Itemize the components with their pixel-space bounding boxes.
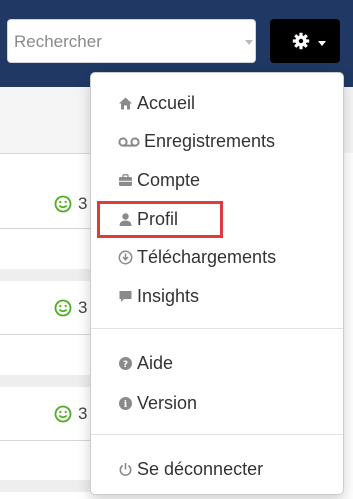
smile-icon bbox=[54, 299, 72, 317]
menu-item-enregistrements[interactable]: Enregistrements bbox=[91, 125, 343, 157]
row-divider bbox=[0, 334, 95, 335]
svg-text:i: i bbox=[124, 400, 128, 410]
menu-item-label: Aide bbox=[137, 352, 174, 373]
menu-item-aide[interactable]: ? Aide bbox=[91, 347, 343, 379]
row-divider bbox=[0, 228, 95, 229]
menu-item-insights[interactable]: Insights bbox=[91, 280, 343, 312]
help-icon: ? bbox=[118, 356, 133, 371]
voicemail-icon bbox=[118, 134, 140, 149]
smile-icon bbox=[54, 405, 72, 423]
menu-item-label: Accueil bbox=[137, 92, 196, 113]
menu-item-accueil[interactable]: Accueil bbox=[91, 87, 343, 119]
profil-highlight-box bbox=[97, 201, 223, 238]
download-icon bbox=[118, 250, 133, 265]
menu-item-telechargements[interactable]: Téléchargements bbox=[91, 241, 343, 273]
row-separator-band bbox=[0, 480, 95, 492]
menu-divider bbox=[91, 434, 343, 435]
home-icon bbox=[118, 96, 133, 111]
briefcase-icon bbox=[118, 173, 133, 188]
row-separator-band bbox=[0, 375, 95, 387]
smile-icon bbox=[54, 195, 72, 213]
info-icon: i bbox=[118, 396, 133, 411]
menu-divider bbox=[91, 328, 343, 329]
search-caret-icon bbox=[245, 40, 253, 45]
row-separator-band bbox=[0, 269, 95, 281]
row-value: 3 bbox=[78, 194, 88, 213]
menu-item-label: Version bbox=[137, 392, 198, 413]
gear-icon bbox=[292, 32, 310, 50]
menu-item-se-deconnecter[interactable]: Se déconnecter bbox=[91, 453, 343, 485]
menu-item-compte[interactable]: Compte bbox=[91, 164, 343, 196]
settings-dropdown-menu: Accueil Enregistrements Compte Profil Té… bbox=[90, 72, 344, 495]
menu-item-label: Insights bbox=[137, 285, 200, 306]
menu-item-version[interactable]: i Version bbox=[91, 387, 343, 419]
menu-item-label: Téléchargements bbox=[137, 246, 277, 267]
menu-item-label: Compte bbox=[137, 169, 201, 190]
search-placeholder: Rechercher bbox=[14, 32, 102, 51]
chevron-down-icon bbox=[318, 41, 326, 46]
settings-dropdown-button[interactable] bbox=[270, 19, 340, 63]
svg-text:?: ? bbox=[123, 360, 128, 370]
row-value: 3 bbox=[78, 298, 88, 317]
power-icon bbox=[118, 462, 133, 477]
search-input[interactable]: Rechercher bbox=[7, 19, 256, 63]
row-value: 3 bbox=[78, 404, 88, 423]
row-divider bbox=[0, 440, 95, 441]
row-divider bbox=[0, 153, 95, 154]
menu-item-label: Enregistrements bbox=[144, 130, 276, 151]
menu-item-label: Se déconnecter bbox=[137, 458, 264, 479]
comment-icon bbox=[118, 289, 133, 304]
